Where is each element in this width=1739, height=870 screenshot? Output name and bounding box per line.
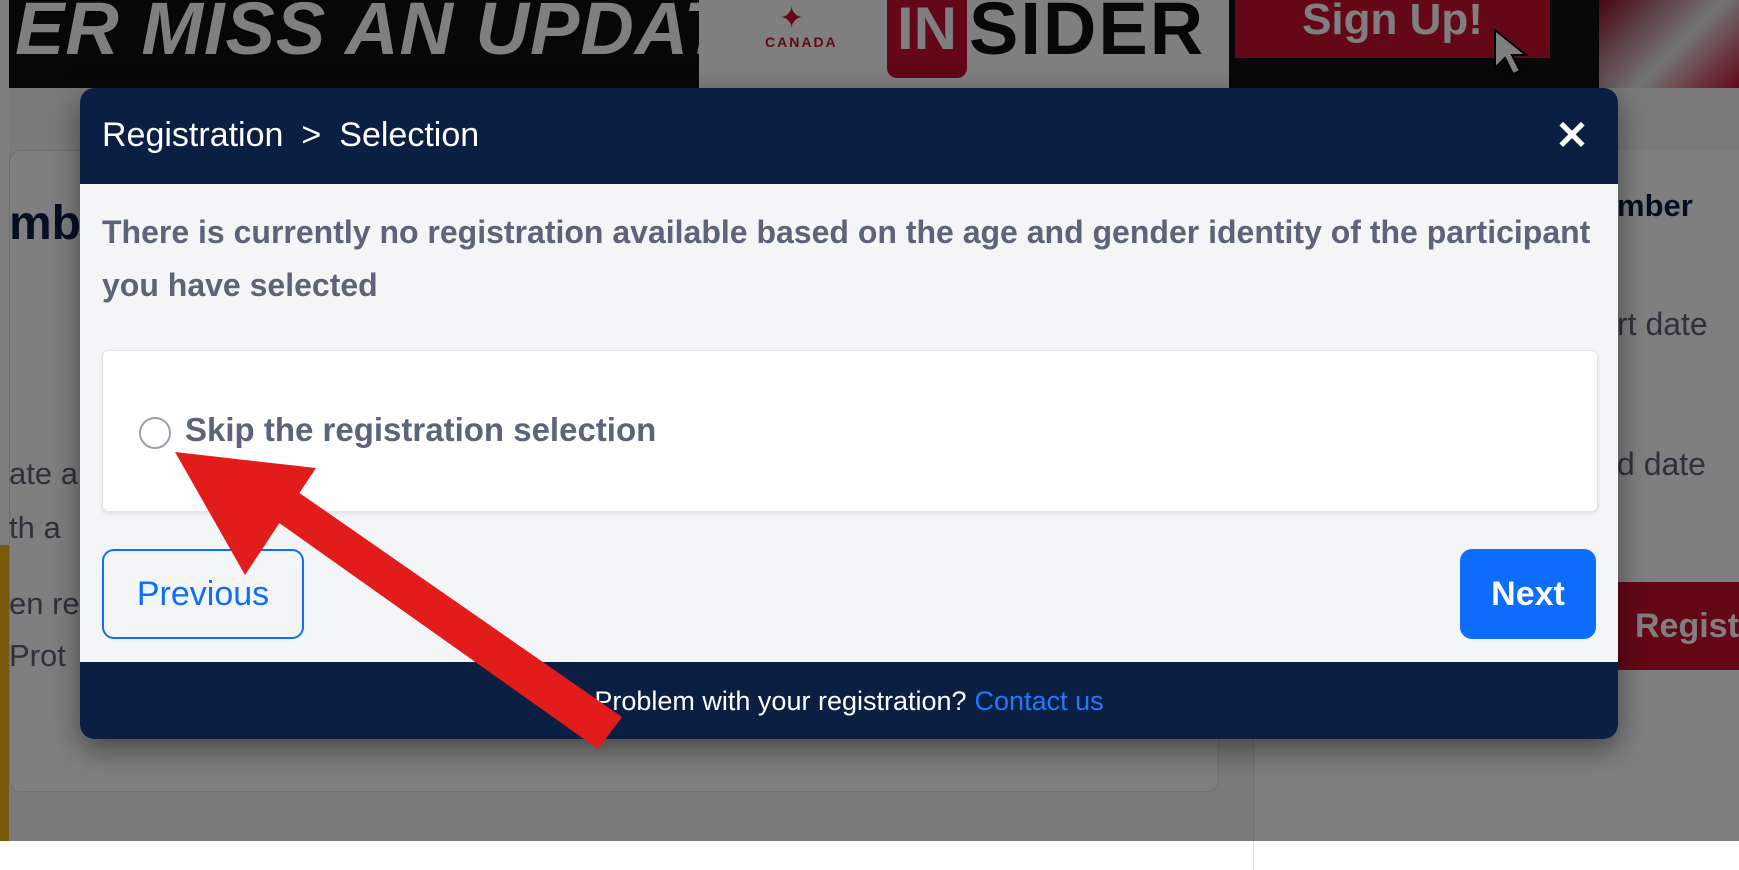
breadcrumb: Registration > Selection bbox=[102, 116, 479, 155]
next-button[interactable]: Next bbox=[1460, 549, 1596, 639]
skip-selection-radio[interactable] bbox=[139, 417, 171, 449]
registration-modal: Registration > Selection ✕ There is curr… bbox=[80, 88, 1618, 739]
close-icon[interactable]: ✕ bbox=[1550, 114, 1594, 158]
skip-option-card[interactable]: Skip the registration selection bbox=[102, 350, 1598, 512]
modal-header: Registration > Selection ✕ bbox=[80, 88, 1618, 184]
breadcrumb-separator: > bbox=[301, 116, 322, 154]
no-registration-message: There is currently no registration avail… bbox=[102, 214, 1591, 303]
footer-help: Problem with your registration? Contact u… bbox=[594, 686, 1103, 717]
breadcrumb-registration: Registration bbox=[102, 116, 284, 154]
modal-footer: Problem with your registration? Contact u… bbox=[80, 662, 1618, 739]
contact-us-link[interactable]: Contact us bbox=[975, 686, 1104, 716]
skip-selection-label[interactable]: Skip the registration selection bbox=[185, 411, 656, 449]
footer-text: Problem with your registration? bbox=[594, 686, 967, 716]
previous-button[interactable]: Previous bbox=[102, 549, 304, 639]
breadcrumb-selection: Selection bbox=[339, 116, 480, 154]
